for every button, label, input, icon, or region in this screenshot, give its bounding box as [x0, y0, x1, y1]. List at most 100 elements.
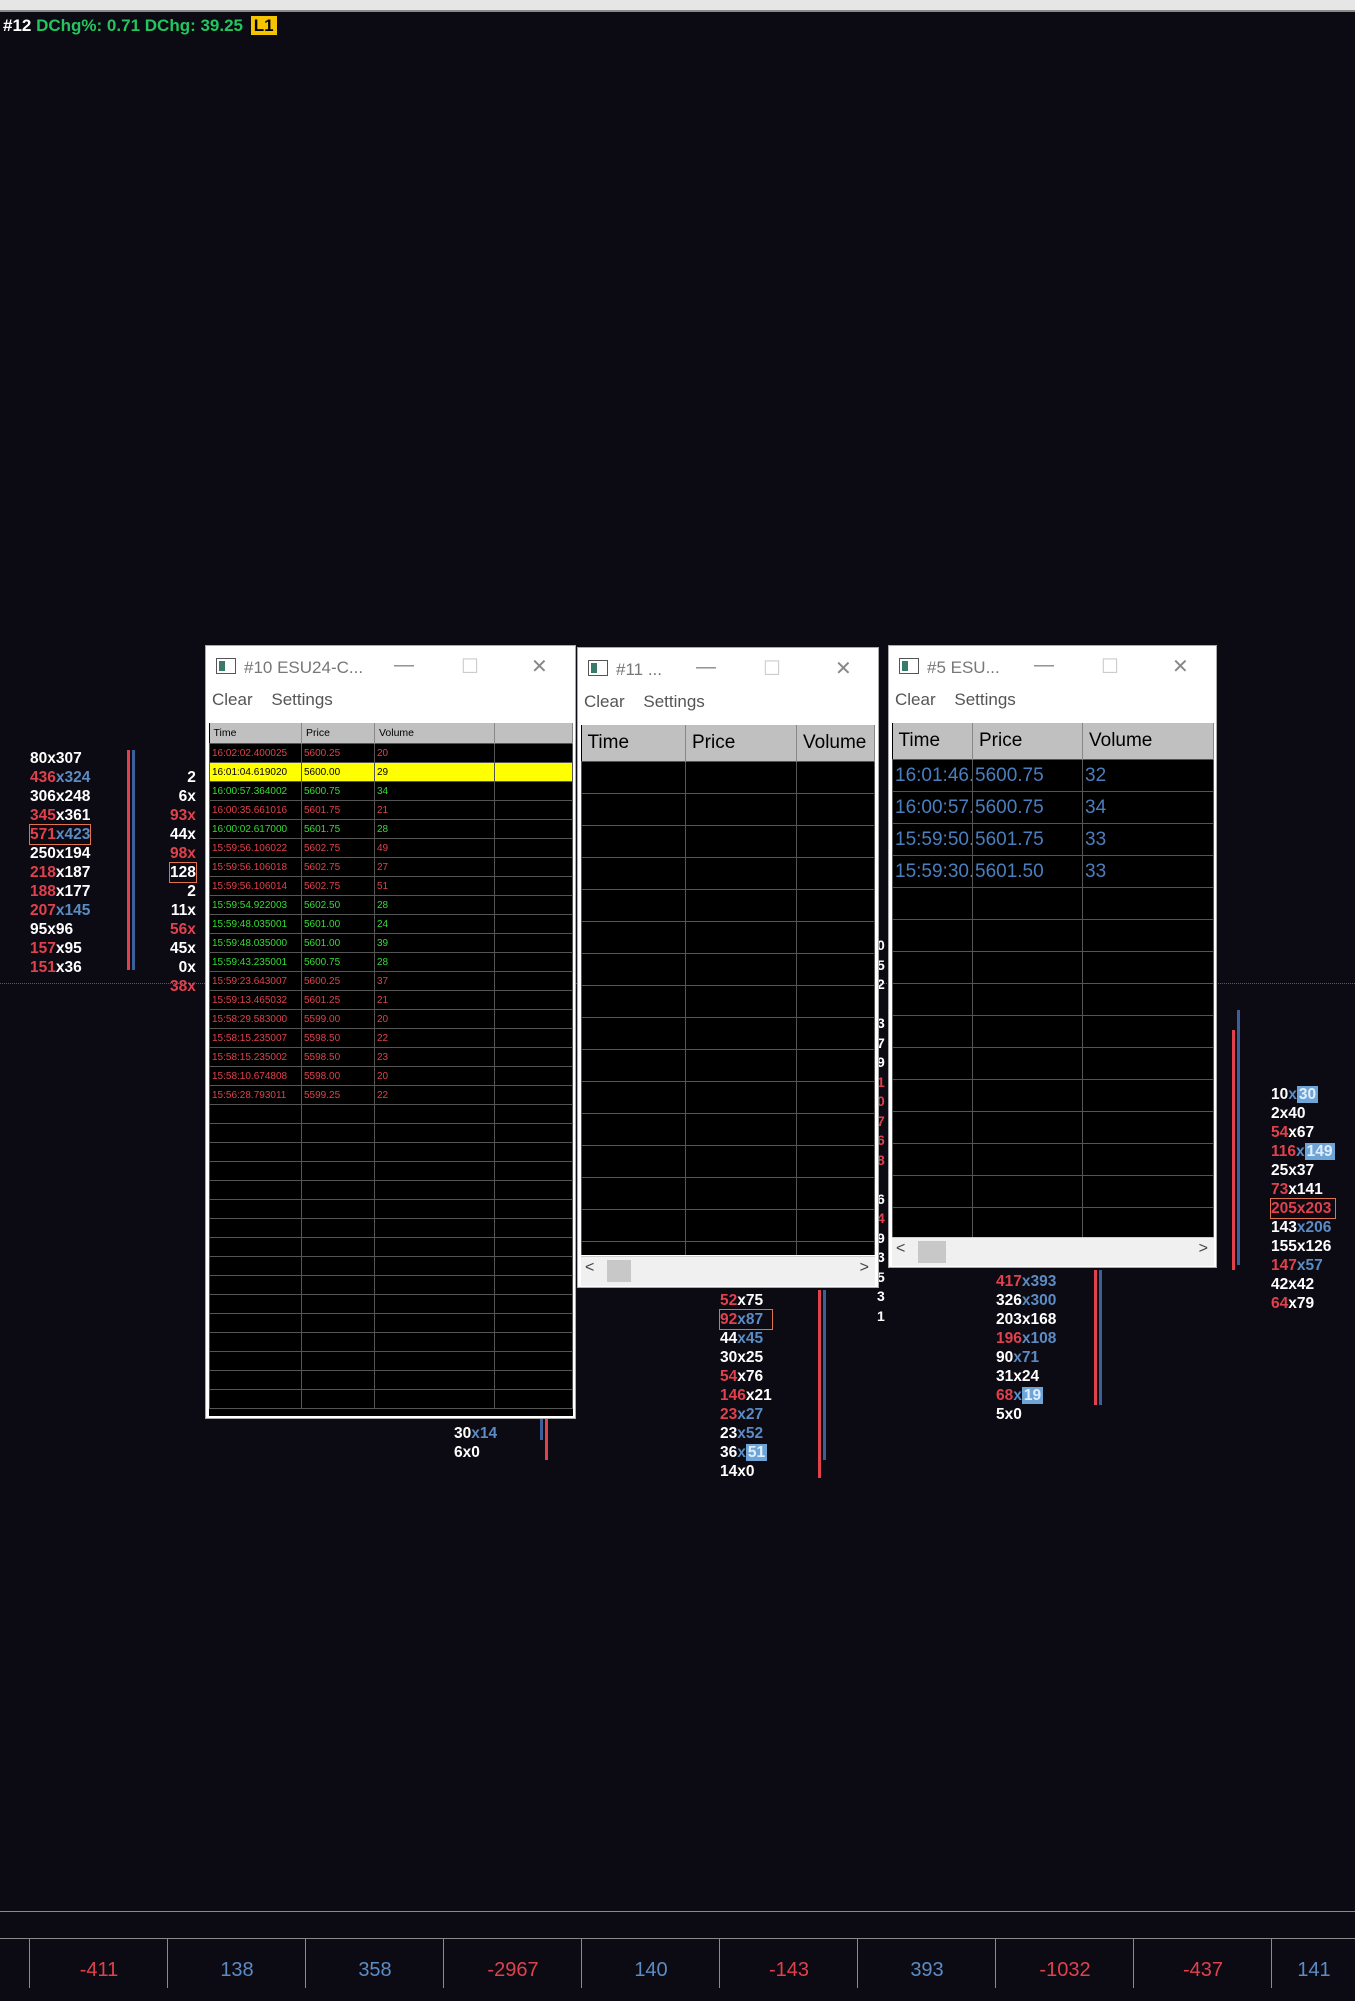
table-row[interactable]: 16:00:57. 5600.75 34 — [892, 791, 1214, 824]
settings-menu-item[interactable]: Settings — [643, 692, 704, 711]
table-row[interactable] — [209, 1142, 573, 1162]
scroll-right-icon[interactable]: > — [860, 1259, 869, 1277]
table-row[interactable] — [209, 1123, 573, 1143]
time-and-sales-window-11[interactable]: #11 ... — ☐ ✕ Clear Settings Time Price … — [577, 647, 879, 1288]
maximize-icon[interactable]: ☐ — [763, 656, 781, 681]
column-header-price[interactable]: Price — [301, 723, 375, 744]
table-row[interactable] — [581, 1177, 875, 1210]
table-row[interactable] — [581, 793, 875, 826]
horizontal-scrollbar[interactable]: < > — [892, 1237, 1214, 1266]
close-icon[interactable]: ✕ — [1172, 654, 1189, 679]
table-row[interactable] — [209, 1199, 573, 1219]
scroll-left-icon[interactable]: < — [585, 1259, 594, 1277]
trades-grid[interactable]: Time Price Volume — [581, 725, 875, 1255]
table-row[interactable] — [892, 1079, 1214, 1112]
table-row[interactable] — [209, 1370, 573, 1390]
table-row[interactable] — [209, 1180, 573, 1200]
table-row[interactable]: 15:59:30. 5601.50 33 — [892, 855, 1214, 888]
table-row[interactable] — [892, 1175, 1214, 1208]
table-row[interactable]: 15:58:29.583000 5599.00 20 — [209, 1009, 573, 1029]
table-row[interactable] — [581, 1113, 875, 1146]
table-row[interactable] — [892, 983, 1214, 1016]
table-row[interactable]: 16:02:02.400025 5600.25 20 — [209, 743, 573, 763]
table-row[interactable] — [581, 1209, 875, 1242]
table-row[interactable]: 15:59:56.106014 5602.75 51 — [209, 876, 573, 896]
column-header-price[interactable]: Price — [972, 723, 1083, 760]
table-row[interactable] — [209, 1104, 573, 1124]
clear-menu-item[interactable]: Clear — [212, 690, 253, 709]
table-row[interactable] — [581, 857, 875, 890]
window-titlebar[interactable]: #11 ... — ☐ ✕ — [578, 648, 878, 692]
table-row[interactable]: 16:00:35.661016 5601.75 21 — [209, 800, 573, 820]
table-row[interactable]: 15:59:56.106018 5602.75 27 — [209, 857, 573, 877]
trades-grid[interactable]: Time Price Volume 16:02:02.400025 5600.25… — [209, 723, 573, 1416]
table-row[interactable] — [209, 1389, 573, 1409]
table-row[interactable]: 15:56:28.793011 5599.25 22 — [209, 1085, 573, 1105]
table-row[interactable] — [209, 1237, 573, 1257]
table-row[interactable] — [209, 1332, 573, 1352]
table-row[interactable] — [892, 1207, 1214, 1237]
table-row[interactable]: 15:59:50. 5601.75 33 — [892, 823, 1214, 856]
time-and-sales-window-5[interactable]: #5 ESU... — ☐ ✕ Clear Settings Time Pric… — [888, 645, 1217, 1268]
column-header-volume[interactable]: Volume — [796, 725, 875, 762]
table-row[interactable] — [581, 985, 875, 1018]
table-row[interactable]: 15:59:54.922003 5602.50 28 — [209, 895, 573, 915]
clear-menu-item[interactable]: Clear — [895, 690, 936, 709]
close-icon[interactable]: ✕ — [531, 654, 548, 679]
table-row[interactable] — [209, 1218, 573, 1238]
table-row[interactable] — [209, 1275, 573, 1295]
table-row[interactable]: 15:59:56.106022 5602.75 49 — [209, 838, 573, 858]
table-row[interactable] — [209, 1256, 573, 1276]
table-row[interactable] — [892, 951, 1214, 984]
table-row[interactable] — [581, 1241, 875, 1255]
table-row[interactable] — [581, 825, 875, 858]
table-row[interactable]: 16:00:02.617000 5601.75 28 — [209, 819, 573, 839]
minimize-icon[interactable]: — — [1034, 654, 1054, 677]
column-header-time[interactable]: Time — [581, 725, 686, 762]
table-row[interactable]: 16:01:04.619020 5600.00 29 — [209, 762, 573, 782]
table-row[interactable] — [209, 1351, 573, 1371]
table-row[interactable] — [581, 1017, 875, 1050]
table-row[interactable] — [892, 1111, 1214, 1144]
table-row[interactable] — [581, 921, 875, 954]
table-row[interactable]: 15:58:10.674808 5598.00 20 — [209, 1066, 573, 1086]
table-row[interactable] — [209, 1161, 573, 1181]
close-icon[interactable]: ✕ — [835, 656, 852, 681]
scroll-left-icon[interactable]: < — [896, 1240, 905, 1258]
settings-menu-item[interactable]: Settings — [954, 690, 1015, 709]
scrollbar-thumb[interactable] — [918, 1241, 946, 1263]
table-row[interactable] — [581, 953, 875, 986]
l1-badge[interactable]: L1 — [250, 16, 277, 35]
table-row[interactable] — [581, 889, 875, 922]
table-row[interactable] — [892, 887, 1214, 920]
table-row[interactable]: 15:59:48.035000 5601.00 39 — [209, 933, 573, 953]
table-row[interactable] — [892, 1015, 1214, 1048]
scrollbar-thumb[interactable] — [607, 1260, 631, 1282]
settings-menu-item[interactable]: Settings — [271, 690, 332, 709]
horizontal-scrollbar[interactable]: < > — [581, 1256, 875, 1286]
table-row[interactable] — [581, 1049, 875, 1082]
window-titlebar[interactable]: #10 ESU24-C... — ☐ ✕ — [206, 646, 575, 690]
minimize-icon[interactable]: — — [696, 656, 716, 679]
column-header-volume[interactable]: Volume — [374, 723, 495, 744]
table-row[interactable]: 15:59:43.235001 5600.75 28 — [209, 952, 573, 972]
table-row[interactable]: 15:58:15.235007 5598.50 22 — [209, 1028, 573, 1048]
time-and-sales-window-10[interactable]: #10 ESU24-C... — ☐ ✕ Clear Settings Time… — [205, 645, 576, 1419]
table-row[interactable] — [892, 1143, 1214, 1176]
table-row[interactable] — [581, 761, 875, 794]
table-row[interactable]: 15:59:13.465032 5601.25 21 — [209, 990, 573, 1010]
maximize-icon[interactable]: ☐ — [1101, 654, 1119, 679]
window-titlebar[interactable]: #5 ESU... — ☐ ✕ — [889, 646, 1216, 690]
table-row[interactable] — [581, 1081, 875, 1114]
column-header-price[interactable]: Price — [685, 725, 797, 762]
table-row[interactable] — [581, 1145, 875, 1178]
maximize-icon[interactable]: ☐ — [461, 654, 479, 679]
table-row[interactable] — [892, 919, 1214, 952]
trades-grid[interactable]: Time Price Volume 16:01:46. 5600.75 32 16:0… — [892, 723, 1214, 1237]
table-row[interactable]: 16:01:46. 5600.75 32 — [892, 759, 1214, 792]
table-row[interactable]: 15:59:48.035001 5601.00 24 — [209, 914, 573, 934]
table-row[interactable]: 16:00:57.364002 5600.75 34 — [209, 781, 573, 801]
scroll-right-icon[interactable]: > — [1199, 1240, 1208, 1258]
clear-menu-item[interactable]: Clear — [584, 692, 625, 711]
table-row[interactable] — [209, 1313, 573, 1333]
